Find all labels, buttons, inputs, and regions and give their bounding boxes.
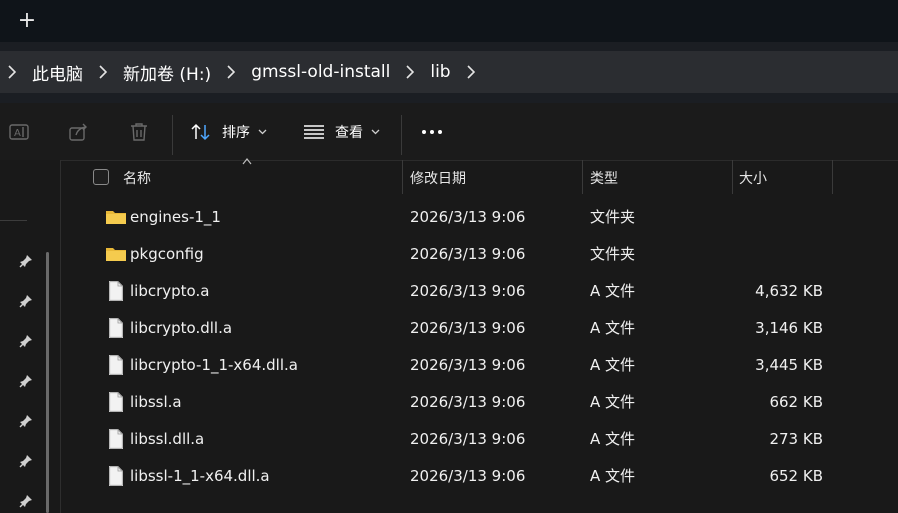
pin-icon[interactable] [19,414,33,428]
file-date: 2026/3/13 9:06 [410,319,526,337]
new-tab-button[interactable]: + [16,8,38,34]
column-header-date[interactable]: 修改日期 [410,160,466,196]
file-type: A 文件 [590,356,636,374]
more-options-button[interactable] [418,119,446,145]
pin-icon[interactable] [19,254,33,268]
chevron-down-icon [258,129,267,135]
file-size: 3,146 KB [755,319,823,337]
file-name: pkgconfig [130,245,204,263]
file-icon [109,429,123,449]
column-separator[interactable] [732,160,733,194]
breadcrumb-item-lib[interactable]: lib [422,62,458,82]
file-name: libssl-1_1-x64.dll.a [130,467,270,485]
navigation-scrollbar[interactable] [46,252,49,513]
file-row[interactable]: libcrypto.a 2026/3/13 9:06 A 文件 4,632 KB [61,273,898,310]
sort-button[interactable]: 排序 [190,119,267,145]
more-dot-icon [430,130,434,134]
view-label: 查看 [335,125,363,141]
column-separator[interactable] [832,160,833,194]
file-row[interactable]: libssl-1_1-x64.dll.a 2026/3/13 9:06 A 文件… [61,458,898,495]
chevron-right-icon[interactable] [91,65,115,79]
pin-icon[interactable] [19,334,33,348]
delete-icon[interactable] [128,121,150,143]
chevron-right-icon[interactable] [0,65,24,79]
file-size [741,236,823,273]
folder-icon [106,211,126,224]
pin-icon[interactable] [19,494,33,508]
rename-icon[interactable]: A [8,121,30,143]
tab-bar: + [0,0,898,42]
list-view-icon [304,125,324,139]
file-type: A 文件 [590,393,636,411]
column-header-size[interactable]: 大小 [739,160,767,196]
view-button[interactable]: 查看 [303,119,380,145]
file-type: A 文件 [590,467,636,485]
file-size: 273 KB [769,430,823,448]
file-icon [109,355,123,375]
file-name: libcrypto-1_1-x64.dll.a [130,356,298,374]
file-row[interactable]: libssl.a 2026/3/13 9:06 A 文件 662 KB [61,384,898,421]
file-date: 2026/3/13 9:06 [410,356,526,374]
file-size [741,199,823,236]
chevron-right-icon[interactable] [459,65,483,79]
chevron-right-icon[interactable] [398,65,422,79]
more-dot-icon [422,130,426,134]
file-icon [109,318,123,338]
file-icon [109,466,123,486]
breadcrumb[interactable]: 此电脑 新加卷 (H:) gmssl-old-install lib [0,51,898,93]
file-name: libcrypto.a [130,282,210,300]
file-row[interactable]: pkgconfig 2026/3/13 9:06 文件夹 [61,236,898,273]
more-dot-icon [438,130,442,134]
file-row[interactable]: libssl.dll.a 2026/3/13 9:06 A 文件 273 KB [61,421,898,458]
file-size: 3,445 KB [755,356,823,374]
breadcrumb-item-drive-h[interactable]: 新加卷 (H:) [115,60,219,85]
file-date: 2026/3/13 9:06 [410,393,526,411]
column-separator[interactable] [582,160,583,194]
file-name: libssl.a [130,393,182,411]
pin-icon[interactable] [19,454,33,468]
breadcrumb-item-this-pc[interactable]: 此电脑 [24,60,91,85]
file-date: 2026/3/13 9:06 [410,245,526,263]
column-header-name[interactable]: 名称 [123,160,151,196]
navigation-divider [0,220,27,221]
column-header: 名称 修改日期 类型 大小 [61,160,898,196]
file-type: A 文件 [590,430,636,448]
file-type: A 文件 [590,319,636,337]
file-date: 2026/3/13 9:06 [410,208,526,226]
file-size: 662 KB [769,393,823,411]
file-size: 4,632 KB [755,282,823,300]
file-date: 2026/3/13 9:06 [410,467,526,485]
svg-text:A: A [14,128,21,139]
file-row[interactable]: engines-1_1 2026/3/13 9:06 文件夹 [61,199,898,236]
file-row[interactable]: libcrypto.dll.a 2026/3/13 9:06 A 文件 3,14… [61,310,898,347]
file-name: libssl.dll.a [130,430,205,448]
column-separator[interactable] [402,160,403,194]
file-name: libcrypto.dll.a [130,319,233,337]
file-size: 652 KB [769,467,823,485]
chevron-down-icon [371,129,380,135]
file-type: 文件夹 [590,245,636,263]
file-type: A 文件 [590,282,636,300]
chevron-right-icon[interactable] [219,65,243,79]
share-icon[interactable] [68,121,90,143]
file-icon [109,392,123,412]
toolbar-divider [401,115,402,155]
breadcrumb-item-gmssl-old-install[interactable]: gmssl-old-install [243,62,398,82]
pin-icon[interactable] [19,374,33,388]
file-name: engines-1_1 [130,208,221,226]
pin-icon[interactable] [19,294,33,308]
file-row[interactable]: libcrypto-1_1-x64.dll.a 2026/3/13 9:06 A… [61,347,898,384]
column-header-type[interactable]: 类型 [590,160,618,196]
sort-label: 排序 [222,125,250,141]
command-bar: A 排序 查看 [0,103,898,161]
file-date: 2026/3/13 9:06 [410,430,526,448]
sort-icon [191,123,210,141]
folder-icon [106,248,126,261]
file-type: 文件夹 [590,208,636,226]
file-icon [109,281,123,301]
file-date: 2026/3/13 9:06 [410,282,526,300]
toolbar-divider [172,115,173,155]
